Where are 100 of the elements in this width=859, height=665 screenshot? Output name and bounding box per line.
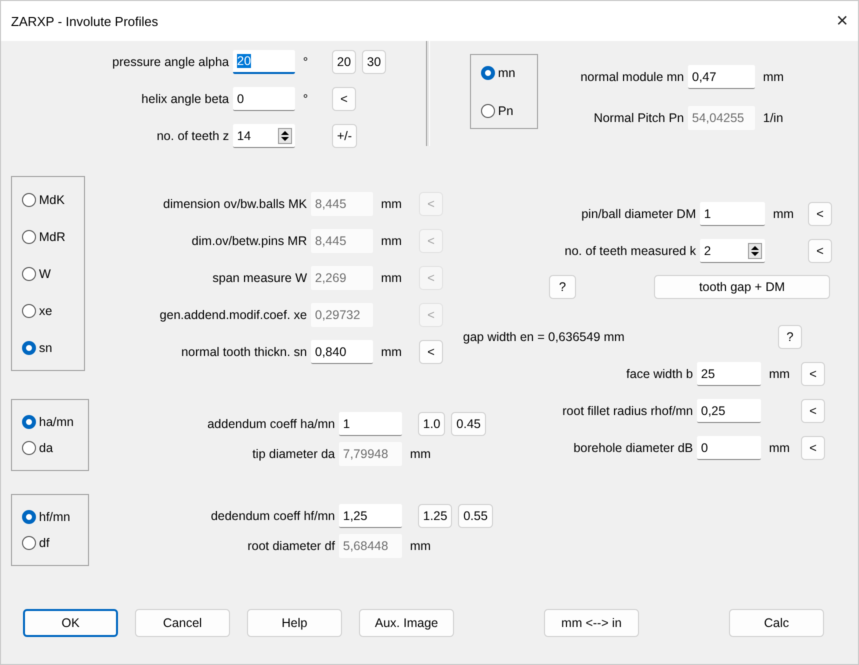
field-label: borehole diameter dB [572,441,694,455]
field-label: Normal Pitch Pn [592,111,685,125]
small-button[interactable]: < [808,239,832,263]
small-button[interactable]: 1.25 [418,504,452,528]
radio-button[interactable]: ha/mn [22,414,88,430]
input-field[interactable]: 0,25 [697,399,761,423]
input-field[interactable]: 0 [697,436,761,460]
dialog-button[interactable]: Aux. Image [359,609,454,637]
radio-button[interactable]: mn [481,64,537,80]
unit-label: 1/in [762,111,784,125]
field-label: normal tooth thickn. sn [180,345,308,359]
field-value: 0,840 [315,344,346,358]
field-label: helix angle beta [140,92,230,106]
field-label: tip diameter da [251,447,336,461]
radio-button[interactable]: Pn [481,102,537,118]
field-value: 54,04255 [692,110,744,124]
field-label: no. of teeth z [156,129,230,143]
field-label: root diameter df [246,539,336,553]
help-button[interactable]: ? [778,325,802,349]
unit-label: mm [409,539,432,553]
field-label: addendum coeff ha/mn [206,417,336,431]
dialog-button[interactable]: mm <--> in [544,609,639,637]
unit-label: ° [302,55,309,69]
unit-label: mm [380,197,403,211]
field-label: no. of teeth measured k [564,244,697,258]
input-field[interactable]: 0,47 [688,65,755,89]
spin-field[interactable]: 2 [700,239,765,263]
help-button[interactable]: ? [549,275,576,299]
field-label: root fillet radius rhof/mn [561,404,694,418]
field-value: 20 [237,54,251,68]
radio-button[interactable]: W [22,266,84,282]
dialog-button[interactable]: OK [23,609,118,637]
unit-label: mm [768,367,791,381]
radio-button[interactable]: da [22,440,88,456]
field-value: 0 [237,92,244,106]
field-value: 8,445 [315,196,346,210]
input-field[interactable]: 1 [700,202,765,226]
radio-button[interactable]: hf/mn [22,509,88,525]
small-button[interactable]: 20 [332,50,356,74]
small-button[interactable]: 1.0 [418,412,446,436]
unit-label: mm [772,207,795,221]
gap-width-text: gap width en = 0,636549 mm [463,330,625,344]
field-value: 25 [701,366,715,380]
radio-button[interactable]: MdK [22,192,84,208]
spin-field[interactable]: 14 [233,124,295,148]
radio-button[interactable]: xe [22,302,84,318]
input-field[interactable]: 1 [339,412,402,436]
unit-label: mm [762,70,785,84]
unit-label: mm [409,447,432,461]
unit-label: ° [302,92,309,106]
unit-label: mm [768,441,791,455]
small-button[interactable]: < [801,362,825,386]
unit-label: mm [380,271,403,285]
close-button[interactable]: × [836,10,848,32]
field-value: 7,79948 [343,446,388,460]
field-value: 14 [237,128,251,142]
radio-button[interactable]: df [22,535,88,551]
radio-button[interactable]: MdR [22,228,84,244]
small-button[interactable]: 0.55 [458,504,493,528]
field-label: pin/ball diameter DM [580,207,697,221]
spin-arrows-icon[interactable] [278,128,292,144]
dialog-button[interactable]: Help [247,609,342,637]
unit-label: mm [380,234,403,248]
field-label: normal module mn [579,70,685,84]
dialog-button[interactable]: Cancel [135,609,230,637]
small-button[interactable]: < [808,202,832,226]
input-field[interactable]: 0,840 [311,340,373,364]
small-button[interactable]: < [332,87,356,111]
field-value: 0 [701,440,708,454]
field-value: 2,269 [315,270,346,284]
input-field[interactable]: 1,25 [339,504,402,528]
field-label: pressure angle alpha [111,55,230,69]
input-field[interactable]: 25 [697,362,761,386]
field-value: 5,68448 [343,538,388,552]
small-button[interactable]: +/- [332,124,357,148]
small-button[interactable]: 0.45 [451,412,486,436]
field-value: 1 [343,416,350,430]
field-value: 2 [704,244,711,258]
small-button[interactable]: < [419,340,443,364]
field-value: 0,25 [701,404,726,418]
field-value: 1 [704,206,711,220]
dialog-button[interactable]: Calc [729,609,824,637]
field-label: span measure W [212,271,308,285]
field-label: dim.ov/betw.pins MR [190,234,308,248]
field-label: dimension ov/bw.balls MK [162,197,308,211]
field-value: 1,25 [343,508,368,522]
small-button[interactable]: < [801,399,825,423]
field-label: gen.addend.modif.coef. xe [158,308,308,322]
unit-label: mm [380,345,403,359]
radio-button[interactable]: sn [22,340,84,356]
field-value: 0,29732 [315,308,360,322]
field-label: dedendum coeff hf/mn [210,509,336,523]
input-field[interactable]: 20 [233,50,295,74]
window-title: ZARXP - Involute Profiles [11,14,158,28]
small-button[interactable]: < [801,436,825,460]
field-value: 8,445 [315,234,346,248]
spin-arrows-icon[interactable] [748,242,762,258]
input-field[interactable]: 0 [233,87,295,111]
tooth-gap-button[interactable]: tooth gap + DM [654,275,830,299]
small-button[interactable]: 30 [362,50,386,74]
